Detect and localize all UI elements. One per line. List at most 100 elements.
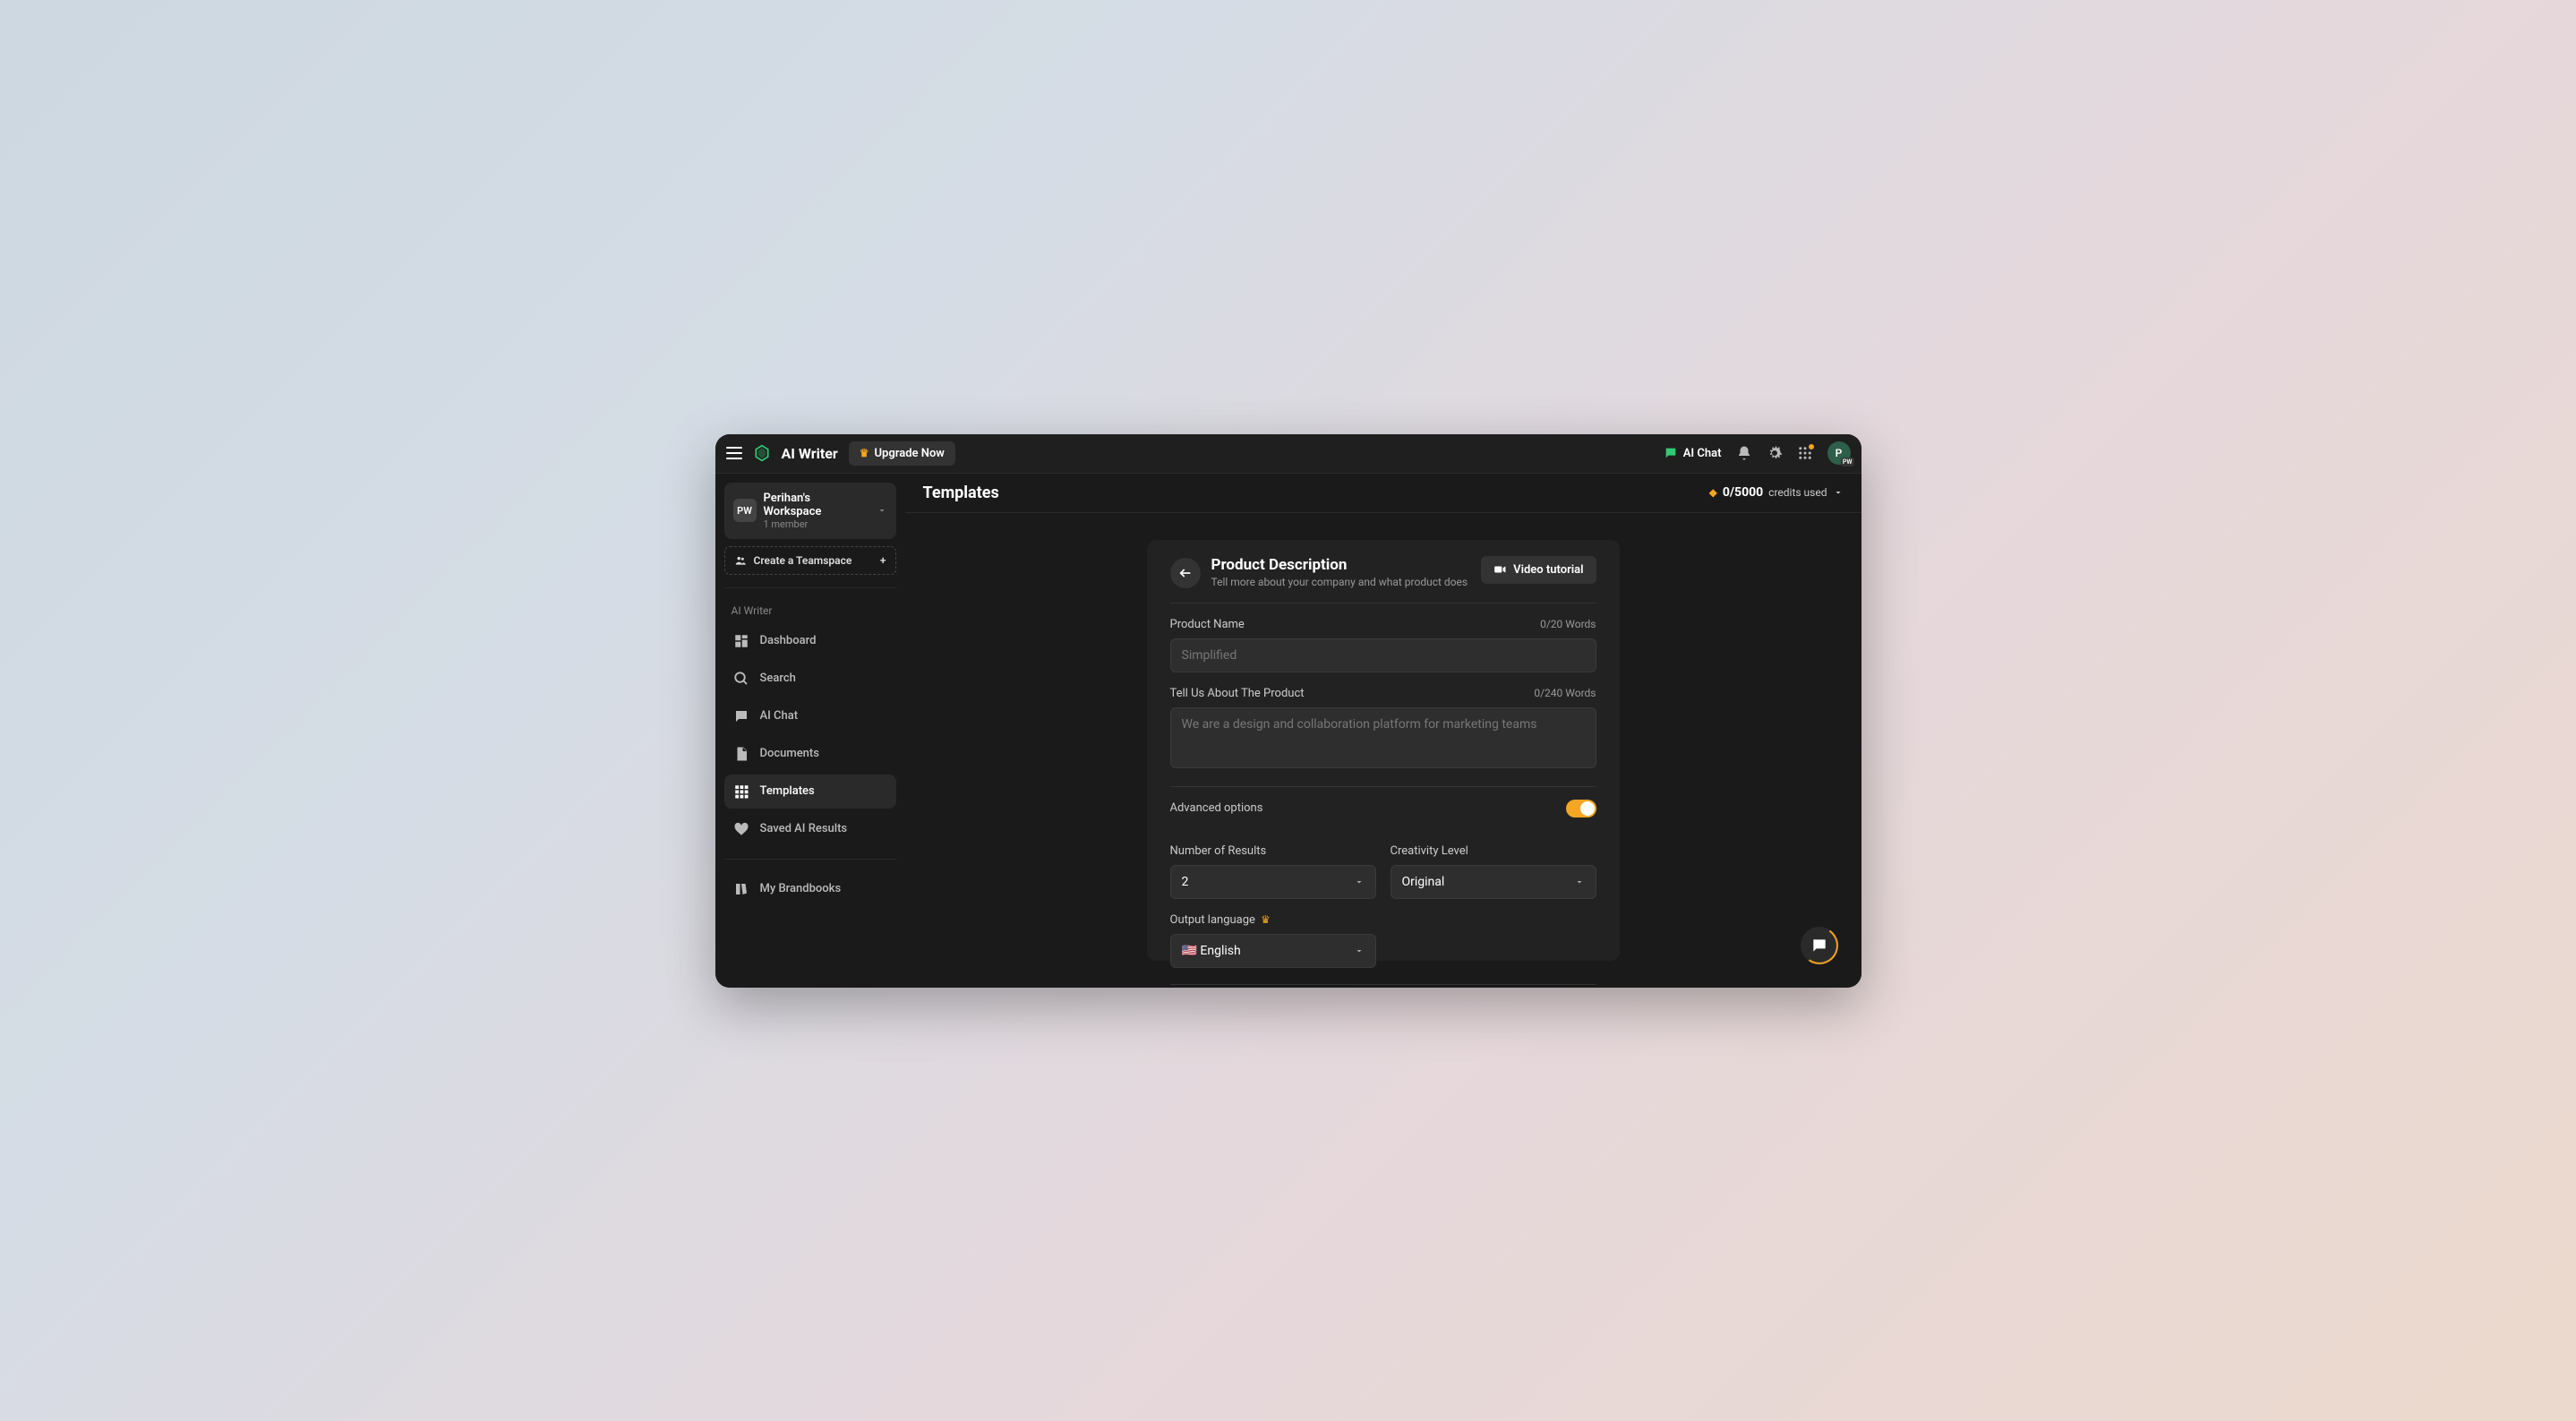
notification-dot [1808,443,1815,450]
create-teamspace-label: Create a Teamspace [754,554,852,567]
credits-count: 0/5000 [1723,485,1763,500]
workspace-avatar: PW [733,499,757,522]
chevron-down-icon [1574,877,1585,887]
credits-display[interactable]: ◆ 0/5000 credits used [1709,485,1844,500]
back-button[interactable] [1170,558,1201,588]
sidebar-item-documents[interactable]: Documents [724,737,896,771]
chevron-down-icon [1354,877,1365,887]
app-window: AI Writer ♛ Upgrade Now AI Chat P PW [715,434,1861,988]
chat-bubble-icon [1810,937,1828,954]
sidebar-item-templates[interactable]: Templates [724,775,896,809]
notifications-button[interactable] [1736,445,1752,461]
workspace-selector[interactable]: PW Perihan's Workspace 1 member [724,483,896,539]
chat-bubble-icon [1664,446,1678,460]
dashboard-icon [733,633,749,649]
product-desc-field: Tell Us About The Product 0/240 Words [1170,687,1596,772]
ai-chat-link[interactable]: AI Chat [1664,446,1722,460]
sidebar-item-ai-chat[interactable]: AI Chat [724,699,896,733]
num-results-label: Number of Results [1170,844,1376,858]
workspace-members: 1 member [764,518,869,530]
sidebar-item-label: Saved AI Results [760,822,848,835]
sidebar-item-label: Dashboard [760,634,817,647]
chevron-down-icon [877,505,887,516]
settings-button[interactable] [1767,445,1783,461]
crown-icon: ♛ [860,447,869,459]
product-name-input[interactable] [1170,638,1596,672]
sidebar-item-label: My Brandbooks [760,882,842,895]
heart-icon [733,821,749,837]
sidebar-item-search[interactable]: Search [724,662,896,696]
document-icon [733,746,749,762]
product-name-label: Product Name [1170,618,1245,631]
form-title: Product Description [1211,556,1471,574]
grid-icon [733,783,749,800]
output-language-field: Output language ♛ 🇺🇸 English [1170,913,1376,968]
divider [724,587,896,588]
diamond-icon: ◆ [1709,486,1717,499]
main-content: Product Description Tell more about your… [905,513,1861,988]
main: Templates ◆ 0/5000 credits used Produ [905,474,1861,988]
video-icon [1493,563,1506,576]
advanced-options-row: Advanced options [1170,786,1596,830]
user-avatar[interactable]: P PW [1827,441,1851,465]
creativity-field: Creativity Level Original [1391,844,1596,899]
plus-icon: + [880,554,886,567]
arrow-left-icon [1178,566,1193,580]
workspace-name: Perihan's Workspace [764,492,869,518]
brandbook-icon [733,881,749,897]
num-results-field: Number of Results 2 [1170,844,1376,899]
num-results-select[interactable]: 2 [1170,865,1376,899]
sidebar: PW Perihan's Workspace 1 member Create a… [715,474,905,988]
menu-icon[interactable] [726,447,742,459]
toggle-knob [1580,801,1595,816]
product-name-counter: 0/20 Words [1540,618,1596,630]
bell-icon [1736,445,1752,461]
people-icon [734,554,747,567]
sidebar-item-brandbooks[interactable]: My Brandbooks [724,872,896,906]
chat-icon [733,708,749,724]
output-language-label: Output language [1170,913,1255,927]
body: PW Perihan's Workspace 1 member Create a… [715,474,1861,988]
sidebar-item-label: Templates [760,784,815,798]
product-desc-input[interactable] [1170,707,1596,768]
product-desc-label: Tell Us About The Product [1170,687,1305,700]
video-tutorial-label: Video tutorial [1513,563,1583,577]
ai-chat-label: AI Chat [1683,447,1722,460]
app-title: AI Writer [782,445,838,462]
page-title: Templates [923,484,999,502]
product-name-field: Product Name 0/20 Words [1170,618,1596,672]
creativity-label: Creativity Level [1391,844,1596,858]
upgrade-label: Upgrade Now [875,447,945,460]
output-language-value: 🇺🇸 English [1182,944,1241,958]
generate-row: Generate [1170,984,1596,988]
upgrade-button[interactable]: ♛ Upgrade Now [849,441,955,466]
app-logo-icon [753,444,771,462]
creativity-select[interactable]: Original [1391,865,1596,899]
chevron-down-icon [1833,487,1844,498]
advanced-options-toggle[interactable] [1566,800,1596,818]
credits-label: credits used [1768,486,1827,499]
sidebar-item-label: Documents [760,747,819,760]
sidebar-item-saved-results[interactable]: Saved AI Results [724,812,896,846]
create-teamspace-button[interactable]: Create a Teamspace + [724,546,896,575]
video-tutorial-button[interactable]: Video tutorial [1481,556,1596,584]
apps-button[interactable] [1797,445,1813,461]
num-results-value: 2 [1182,875,1189,889]
chevron-down-icon [1354,946,1365,956]
main-header: Templates ◆ 0/5000 credits used [905,474,1861,513]
advanced-options-label: Advanced options [1170,801,1263,815]
avatar-sub: PW [1841,458,1854,467]
form-subtitle: Tell more about your company and what pr… [1211,576,1471,588]
sidebar-section-title: AI Writer [724,601,896,621]
gear-icon [1767,445,1783,461]
creativity-value: Original [1402,875,1445,889]
output-language-select[interactable]: 🇺🇸 English [1170,934,1376,968]
sidebar-item-dashboard[interactable]: Dashboard [724,624,896,658]
form-header: Product Description Tell more about your… [1170,556,1596,603]
sidebar-item-label: AI Chat [760,709,799,723]
product-desc-counter: 0/240 Words [1534,687,1596,699]
topbar: AI Writer ♛ Upgrade Now AI Chat P PW [715,434,1861,474]
form-card: Product Description Tell more about your… [1147,540,1620,961]
sidebar-item-label: Search [760,672,796,685]
search-icon [733,671,749,687]
